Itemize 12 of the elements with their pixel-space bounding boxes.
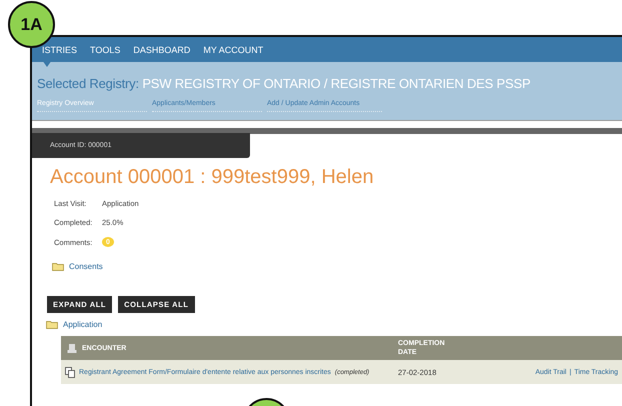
nav-item[interactable]: TOOLS [90, 44, 120, 54]
registry-title: Selected Registry: PSW REGISTRY OF ONTARIO / REGISTRE ONTARIEN DES PSSP [37, 76, 530, 91]
nav-item[interactable]: MY ACCOUNT [203, 44, 264, 54]
folder-icon [52, 262, 64, 271]
consents-link[interactable]: Consents [69, 262, 103, 271]
documents-icon [65, 366, 75, 378]
folder-icon [46, 320, 58, 329]
stack-icon [67, 342, 77, 354]
account-title: Account 000001 : 999test999, Helen [50, 166, 374, 189]
step-badge: 1A [8, 1, 55, 48]
application-link[interactable]: Application [63, 320, 102, 329]
nav-item[interactable]: DASHBOARD [133, 44, 190, 54]
